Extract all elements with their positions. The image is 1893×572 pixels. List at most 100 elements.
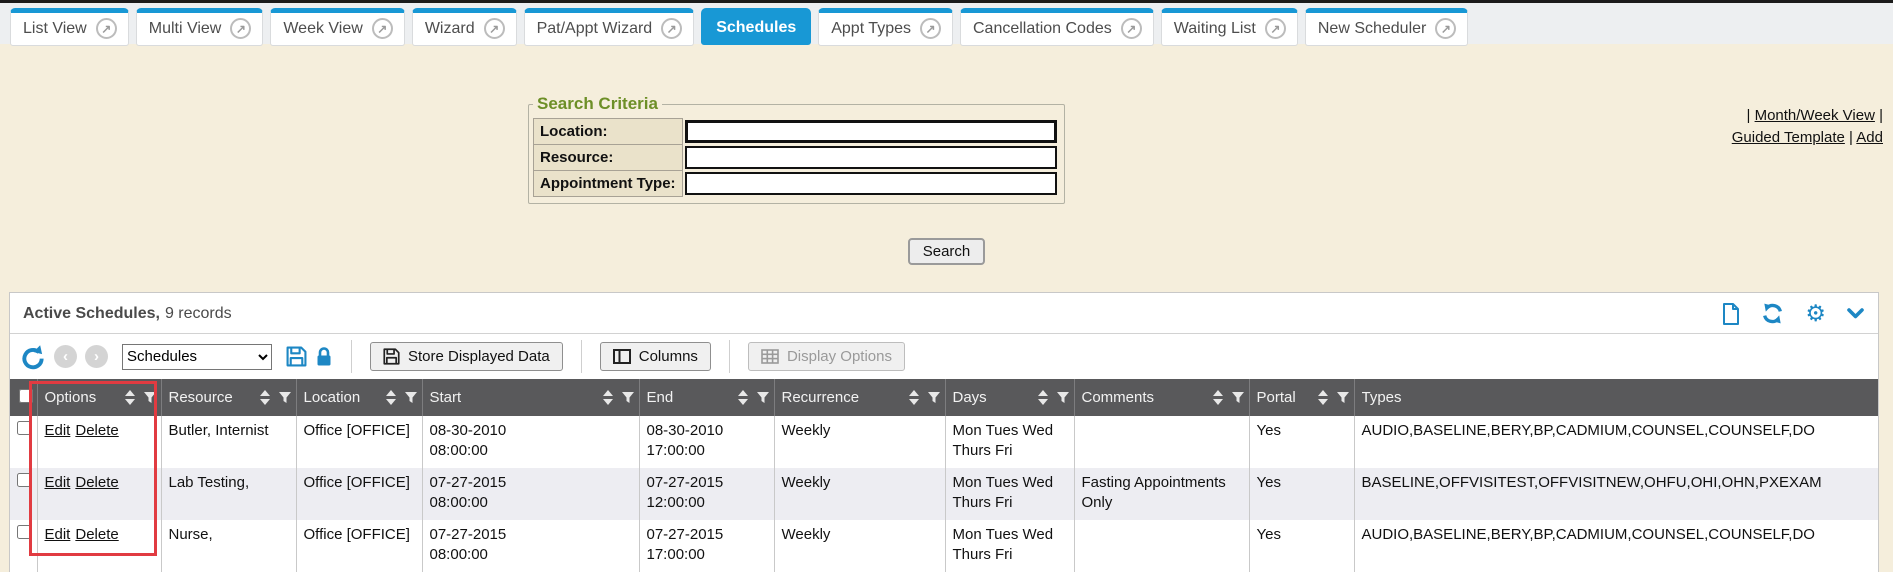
- tab-appt-types[interactable]: Appt Types ↗: [818, 8, 953, 46]
- tab-pat-appt-wizard[interactable]: Pat/Appt Wizard ↗: [524, 8, 695, 46]
- lock-view-icon[interactable]: [315, 346, 333, 367]
- sort-icon[interactable]: [1038, 390, 1048, 405]
- month-week-view-link[interactable]: Month/Week View: [1755, 107, 1875, 124]
- tab-label: Waiting List: [1174, 20, 1256, 38]
- tab-schedules[interactable]: Schedules: [701, 8, 811, 45]
- tab-week-view[interactable]: Week View ↗: [270, 8, 404, 46]
- external-link-icon[interactable]: ↗: [1435, 18, 1456, 39]
- external-link-icon[interactable]: ↗: [230, 18, 251, 39]
- panel-header: Active Schedules,9 records: [10, 293, 1878, 333]
- filter-icon[interactable]: [927, 391, 941, 404]
- portal-cell: Yes: [1249, 468, 1354, 520]
- save-view-icon[interactable]: [286, 346, 307, 367]
- external-link-icon[interactable]: ↗: [96, 18, 117, 39]
- external-link-icon[interactable]: ↗: [661, 18, 682, 39]
- select-all-checkbox[interactable]: [19, 389, 33, 403]
- row-checkbox[interactable]: [17, 421, 31, 435]
- sort-icon[interactable]: [260, 390, 270, 405]
- types-cell: AUDIO,BASELINE,BERY,BP,CADMIUM,COUNSEL,C…: [1354, 520, 1878, 572]
- sort-icon[interactable]: [1318, 390, 1328, 405]
- columns-button[interactable]: Columns: [600, 342, 711, 371]
- external-link-icon[interactable]: ↗: [1121, 18, 1142, 39]
- sort-icon[interactable]: [909, 390, 919, 405]
- delete-link[interactable]: Delete: [75, 526, 118, 543]
- recurrence-cell: Weekly: [774, 468, 945, 520]
- add-link[interactable]: Add: [1856, 129, 1883, 146]
- header-options: Options: [37, 379, 161, 416]
- types-cell: AUDIO,BASELINE,BERY,BP,CADMIUM,COUNSEL,C…: [1354, 416, 1878, 468]
- sort-icon[interactable]: [125, 390, 135, 405]
- schedules-table: Options Resource: [10, 379, 1878, 572]
- filter-icon[interactable]: [621, 391, 635, 404]
- tab-label: Appt Types: [831, 20, 911, 38]
- guided-template-link[interactable]: Guided Template: [1732, 129, 1845, 146]
- filter-icon[interactable]: [1231, 391, 1245, 404]
- collapse-chevron-icon[interactable]: [1847, 308, 1864, 319]
- external-link-icon[interactable]: ↗: [484, 18, 505, 39]
- column-label: Start: [430, 389, 462, 406]
- gear-icon[interactable]: ⚙: [1805, 302, 1826, 325]
- search-button[interactable]: Search: [908, 238, 986, 265]
- tab-new-scheduler[interactable]: New Scheduler ↗: [1305, 8, 1469, 46]
- next-view-button[interactable]: ›: [85, 345, 108, 368]
- tab-wizard[interactable]: Wizard ↗: [412, 8, 517, 46]
- views-select[interactable]: Schedules: [122, 344, 272, 370]
- filter-icon[interactable]: [143, 391, 157, 404]
- header-select-all: [10, 379, 37, 416]
- sort-icon[interactable]: [603, 390, 613, 405]
- resource-input[interactable]: [685, 146, 1057, 169]
- edit-link[interactable]: Edit: [45, 422, 71, 439]
- external-link-icon[interactable]: ↗: [920, 18, 941, 39]
- header-resource: Resource: [161, 379, 296, 416]
- recurrence-cell: Weekly: [774, 416, 945, 468]
- filter-icon[interactable]: [278, 391, 292, 404]
- panel-title: Active Schedules,9 records: [23, 305, 232, 323]
- filter-icon[interactable]: [756, 391, 770, 404]
- separator: |: [1747, 107, 1751, 124]
- column-label: Comments: [1082, 389, 1155, 406]
- external-link-icon[interactable]: ↗: [372, 18, 393, 39]
- tab-list-view[interactable]: List View ↗: [10, 8, 129, 46]
- separator: |: [1879, 107, 1883, 124]
- location-input[interactable]: [685, 120, 1057, 143]
- tab-multi-view[interactable]: Multi View ↗: [136, 8, 264, 46]
- external-link-icon[interactable]: ↗: [1265, 18, 1286, 39]
- days-cell: Mon Tues Wed Thurs Fri: [945, 468, 1074, 520]
- search-criteria-fieldset: Search Criteria Location: Resource: Appo…: [528, 94, 1065, 204]
- end-cell: 07-27-201512:00:00: [639, 468, 774, 520]
- sort-icon[interactable]: [1213, 390, 1223, 405]
- delete-link[interactable]: Delete: [75, 422, 118, 439]
- reset-view-icon[interactable]: [20, 344, 46, 370]
- store-displayed-data-button[interactable]: Store Displayed Data: [370, 342, 563, 371]
- refresh-icon[interactable]: [1761, 302, 1784, 325]
- tab-label: List View: [23, 20, 87, 38]
- tab-label: New Scheduler: [1318, 20, 1427, 38]
- separator: |: [1849, 129, 1853, 146]
- row-checkbox[interactable]: [17, 473, 31, 487]
- tab-label: Schedules: [716, 19, 796, 37]
- new-page-icon[interactable]: [1722, 303, 1740, 325]
- resource-cell: Lab Testing,: [161, 468, 296, 520]
- toolbar-separator: [581, 340, 582, 373]
- filter-icon[interactable]: [404, 391, 418, 404]
- table-header-row: Options Resource: [10, 379, 1878, 416]
- tab-waiting-list[interactable]: Waiting List ↗: [1161, 8, 1298, 46]
- store-displayed-data-label: Store Displayed Data: [408, 348, 550, 365]
- sort-icon[interactable]: [738, 390, 748, 405]
- table-row: EditDelete Nurse, Office [OFFICE] 07-27-…: [10, 520, 1878, 572]
- appointment-type-label: Appointment Type:: [534, 171, 683, 197]
- tab-label: Cancellation Codes: [973, 20, 1112, 38]
- appointment-type-input[interactable]: [685, 172, 1057, 195]
- days-cell: Mon Tues Wed Thurs Fri: [945, 416, 1074, 468]
- sort-icon[interactable]: [386, 390, 396, 405]
- edit-link[interactable]: Edit: [45, 526, 71, 543]
- row-checkbox[interactable]: [17, 525, 31, 539]
- filter-icon[interactable]: [1056, 391, 1070, 404]
- filter-icon[interactable]: [1336, 391, 1350, 404]
- tab-label: Pat/Appt Wizard: [537, 20, 653, 38]
- previous-view-button[interactable]: ‹: [54, 345, 77, 368]
- tab-cancellation-codes[interactable]: Cancellation Codes ↗: [960, 8, 1154, 46]
- edit-link[interactable]: Edit: [45, 474, 71, 491]
- delete-link[interactable]: Delete: [75, 474, 118, 491]
- header-start: Start: [422, 379, 639, 416]
